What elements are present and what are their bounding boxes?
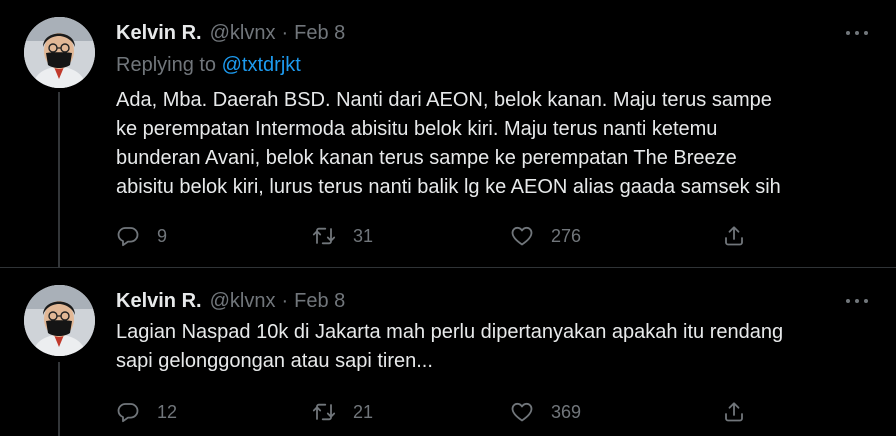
- tweet-actions: 9 31 276: [116, 222, 756, 250]
- replying-to: Replying to @txtdrjkt: [116, 54, 301, 77]
- retweet-count: 31: [353, 225, 374, 246]
- replying-to-link[interactable]: @txtdrjkt: [222, 54, 301, 76]
- retweet-button[interactable]: 21: [312, 398, 373, 426]
- reply-count: 9: [157, 225, 168, 246]
- reply-button[interactable]: 12: [116, 398, 177, 426]
- separator: ·: [281, 21, 289, 44]
- retweet-button[interactable]: 31: [312, 222, 373, 250]
- replying-prefix: Replying to: [116, 54, 217, 76]
- author-name[interactable]: Kelvin R.: [116, 22, 202, 45]
- avatar[interactable]: [24, 17, 95, 88]
- retweet-count: 21: [353, 401, 374, 422]
- share-button[interactable]: [722, 222, 746, 250]
- more-icon[interactable]: [846, 292, 868, 310]
- thread-line: [58, 362, 60, 436]
- more-icon[interactable]: [846, 24, 868, 42]
- reply-icon: [117, 227, 139, 247]
- tweet[interactable]: Kelvin R. @klvnx · Feb 8 Replying to @tx…: [0, 0, 896, 268]
- thread-line: [58, 92, 60, 268]
- retweet-icon: [312, 403, 336, 421]
- tweet-text-line: Lagian Naspad 10k di Jakarta mah perlu d…: [116, 321, 784, 343]
- author-name[interactable]: Kelvin R.: [116, 290, 202, 313]
- tweet-header: Kelvin R. @klvnx · Feb 8: [116, 20, 345, 46]
- tweet-date[interactable]: Feb 8: [294, 290, 345, 313]
- separator: ·: [281, 289, 289, 312]
- share-icon: [725, 402, 743, 422]
- reply-count: 12: [157, 401, 178, 422]
- tweet-text-line: bunderan Avani, belok kanan terus sampe …: [116, 147, 737, 169]
- reply-icon: [117, 403, 139, 423]
- like-icon: [511, 226, 533, 246]
- share-button[interactable]: [722, 398, 746, 426]
- share-icon: [725, 226, 743, 246]
- tweet-text-line: abisitu belok kiri, lurus terus nanti ba…: [116, 176, 781, 198]
- avatar-photo: [24, 285, 95, 356]
- retweet-icon: [312, 227, 336, 245]
- like-icon: [511, 402, 533, 422]
- like-button[interactable]: 276: [510, 222, 581, 250]
- like-count: 369: [551, 401, 582, 422]
- avatar[interactable]: [24, 285, 95, 356]
- avatar-photo: [24, 17, 95, 88]
- tweet-text-line: sapi gelonggongan atau sapi tiren...: [116, 350, 433, 372]
- reply-button[interactable]: 9: [116, 222, 167, 250]
- tweet-text: Ada, Mba. Daerah BSD. Nanti dari AEON, b…: [116, 86, 876, 202]
- tweet-actions: 12 21 369: [116, 398, 756, 426]
- tweet-text-line: Ada, Mba. Daerah BSD. Nanti dari AEON, b…: [116, 89, 772, 111]
- tweet-date[interactable]: Feb 8: [294, 22, 345, 45]
- tweet-text: Lagian Naspad 10k di Jakarta mah perlu d…: [116, 318, 876, 376]
- author-handle[interactable]: @klvnx: [210, 22, 276, 45]
- tweet[interactable]: Kelvin R. @klvnx · Feb 8 Lagian Naspad 1…: [0, 268, 896, 436]
- tweet-header: Kelvin R. @klvnx · Feb 8: [116, 288, 345, 314]
- author-handle[interactable]: @klvnx: [210, 290, 276, 313]
- like-count: 276: [551, 225, 582, 246]
- tweet-text-line: ke perempatan Intermoda abisitu belok ki…: [116, 118, 718, 140]
- like-button[interactable]: 369: [510, 398, 581, 426]
